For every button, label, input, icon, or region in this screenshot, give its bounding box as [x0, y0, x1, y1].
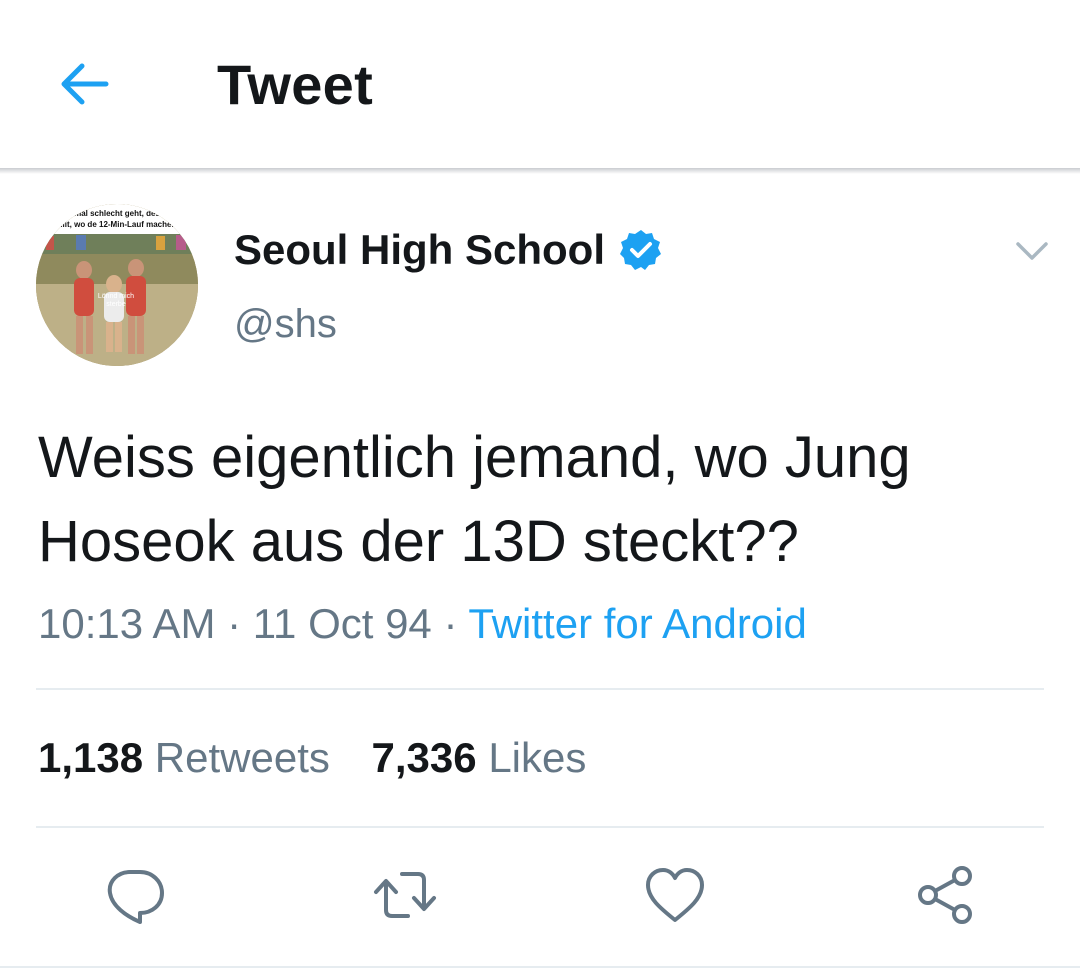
header-shadow: [0, 168, 1080, 174]
reply-icon: [107, 870, 164, 924]
share-button[interactable]: [910, 860, 980, 930]
avatar-subtitle-line-1: Lönnd mich: [98, 293, 134, 300]
likes-label: Likes: [488, 734, 587, 781]
divider: [36, 688, 1044, 690]
meta-separator: ·: [215, 600, 253, 647]
tweet-stats: 1,138 Retweets 7,336 Likes: [38, 734, 586, 782]
retweet-icon: [374, 872, 436, 918]
verified-badge-icon: [620, 230, 662, 270]
chevron-down-icon: [1016, 242, 1048, 260]
retweets-label: Retweets: [154, 734, 330, 781]
likes-count: 7,336: [371, 734, 477, 781]
handle[interactable]: @shs: [234, 302, 337, 347]
retweets-count: 1,138: [38, 734, 144, 781]
avatar-subtitle-line-2: sterbe: [106, 301, 126, 308]
tweet-date: 11 Oct 94: [252, 600, 432, 647]
tweet-meta: 10:13 AM · 11 Oct 94 · Twitter for Andro…: [38, 600, 807, 648]
tweet-time: 10:13 AM: [38, 600, 216, 647]
tweet-source-link[interactable]: Twitter for Android: [468, 600, 806, 647]
tweet-actions: [0, 860, 1080, 930]
avatar-caption-line-1: ...mal schlecht geht, des...: [67, 209, 166, 218]
heart-icon: [646, 868, 704, 922]
arrow-left-icon: [61, 63, 109, 105]
avatar[interactable]: ...mal schlecht geht, des... ...lit, wo …: [36, 204, 198, 366]
share-icon: [918, 866, 972, 924]
back-button[interactable]: [48, 52, 120, 116]
page-title: Tweet: [217, 53, 374, 116]
meta-separator: ·: [431, 600, 469, 647]
likes-stat[interactable]: 7,336 Likes: [372, 734, 587, 781]
like-button[interactable]: [640, 860, 710, 930]
divider: [36, 826, 1044, 828]
avatar-caption-line-2: ...lit, wo de 12-Min-Lauf mache...: [56, 220, 178, 229]
display-name[interactable]: Seoul High School: [234, 226, 663, 274]
tweet-text: Weiss eigentlich jemand, wo Jung Hoseok …: [38, 425, 911, 574]
top-bar: Tweet: [0, 0, 1080, 168]
display-name-text: Seoul High School: [234, 226, 606, 273]
tweet-menu-button[interactable]: [1012, 234, 1052, 266]
retweets-stat[interactable]: 1,138 Retweets: [38, 734, 330, 781]
reply-button[interactable]: [100, 860, 170, 930]
retweet-button[interactable]: [370, 860, 440, 930]
bottom-divider: [0, 966, 1080, 968]
